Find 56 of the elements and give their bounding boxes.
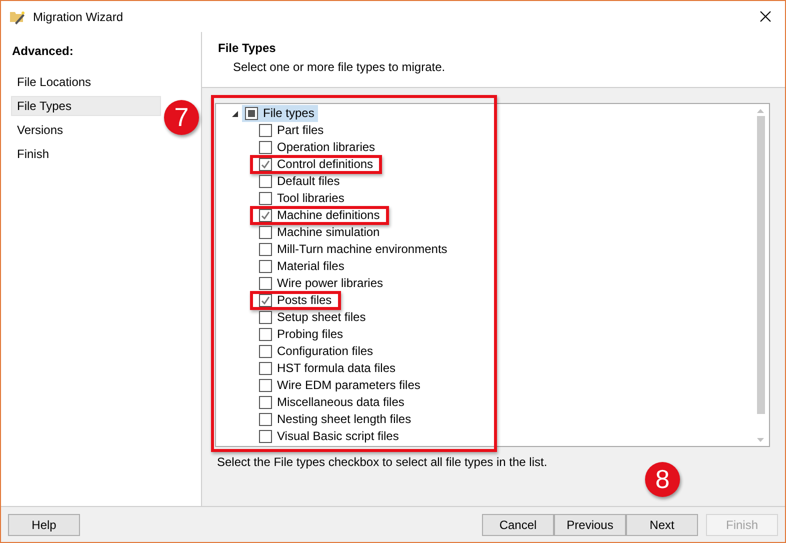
dialog-button[interactable]: Next [626,514,698,536]
tree-item[interactable]: Setup sheet files [256,309,370,326]
dialog-button[interactable]: Previous [554,514,626,536]
tree-item[interactable]: Wire power libraries [256,275,388,292]
sidebar-item[interactable]: File Types [11,96,161,116]
step-badge: 7 [164,100,199,135]
checkbox[interactable] [259,396,272,409]
tree-item[interactable]: Probing files [256,326,348,343]
dialog-button[interactable]: Help [8,514,80,536]
checkbox[interactable] [259,328,272,341]
sidebar-item[interactable]: File Locations [11,72,161,92]
wizard-icon [9,8,25,24]
checkbox[interactable] [259,311,272,324]
sidebar-heading: Advanced: [12,44,74,58]
checkbox[interactable] [245,107,258,120]
tree-item[interactable]: Control definitions [256,156,378,173]
tree-item[interactable]: Default files [256,173,344,190]
checkbox[interactable] [259,243,272,256]
checkbox[interactable] [259,294,272,307]
window-title: Migration Wizard [33,10,124,24]
dialog-button[interactable]: Cancel [482,514,554,536]
tree-item[interactable]: Nesting sheet length files [256,411,416,428]
page-subtitle: Select one or more file types to migrate. [233,60,446,74]
tree-item[interactable]: Wire EDM parameters files [256,377,424,394]
tree-item[interactable]: Tool libraries [256,190,348,207]
page-title: File Types [218,41,276,55]
tree-item[interactable]: Configuration files [256,343,378,360]
checkbox[interactable] [259,277,272,290]
checkbox[interactable] [259,175,272,188]
checkbox[interactable] [259,192,272,205]
checkbox[interactable] [259,345,272,358]
tree-item[interactable]: Machine simulation [256,224,384,241]
sidebar-item[interactable]: Finish [11,144,161,164]
checkbox[interactable] [259,141,272,154]
tree-item[interactable]: File types [242,105,318,122]
tree-item[interactable]: Operation libraries [256,139,380,156]
checkbox[interactable] [259,226,272,239]
tree-item[interactable]: Part files [256,122,328,139]
tree-item[interactable]: Machine definitions [256,207,384,224]
checkbox[interactable] [259,158,272,171]
checkbox[interactable] [259,260,272,273]
checkbox[interactable] [259,124,272,137]
close-icon [760,11,770,22]
checkbox[interactable] [259,413,272,426]
checkbox[interactable] [259,209,272,222]
hint-text: Select the File types checkbox to select all file types in the list. [217,455,548,469]
checkbox[interactable] [259,430,272,443]
tree-item[interactable]: Visual Basic script files [256,428,403,445]
tree-item[interactable]: Mill-Turn machine environments [256,241,452,258]
tree-item[interactable]: Posts files [256,292,336,309]
tree-item[interactable]: Miscellaneous data files [256,394,408,411]
sidebar-item[interactable]: Versions [11,120,161,140]
tree-item[interactable]: Material files [256,258,348,275]
tree-item[interactable]: HST formula data files [256,360,400,377]
checkbox[interactable] [259,362,272,375]
checkbox[interactable] [259,379,272,392]
